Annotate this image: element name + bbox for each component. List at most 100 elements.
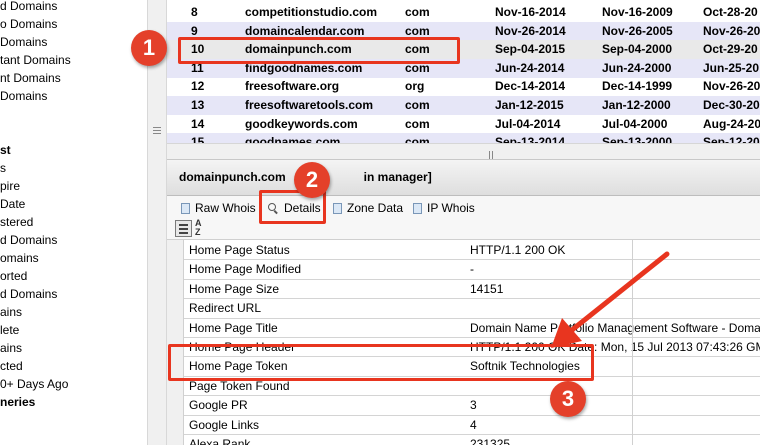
table-cell-name: findgoodnames.com <box>245 60 363 75</box>
scroll-grip-icon[interactable] <box>489 148 497 173</box>
sidebar-item[interactable]: Domains <box>0 33 47 51</box>
sidebar-splitter[interactable] <box>147 0 167 445</box>
property-value: 3 <box>470 398 477 413</box>
property-value: - <box>470 262 474 277</box>
property-row[interactable]: Google PR 3 <box>184 396 760 416</box>
table-row[interactable]: 11 findgoodnames.com com Jun-24-2014 Jun-24-… <box>167 58 760 78</box>
property-name: Google PR <box>189 398 248 413</box>
detail-tabs: Raw Whois Details Zone Data IP Whois <box>167 196 760 218</box>
property-row[interactable]: Home Page Size 14151 <box>184 280 760 300</box>
property-toolbar: A Z <box>167 218 760 240</box>
step-badge-3: 3 <box>550 381 586 417</box>
tab-label: Raw Whois <box>195 201 256 215</box>
sidebar-item[interactable]: ains <box>0 339 22 357</box>
detail-header: domainpunch.com in manager] <box>167 159 760 196</box>
sidebar-item[interactable]: d Domains <box>0 285 57 303</box>
sidebar-item[interactable]: s <box>0 159 6 177</box>
sidebar-item[interactable]: d Domains <box>0 0 57 15</box>
table-cell-name: goodnames.com <box>245 135 341 143</box>
table-cell-tld: com <box>405 60 430 75</box>
property-row[interactable]: Home Page Token Softnik Technologies <box>184 357 760 377</box>
property-row[interactable]: Home Page Header HTTP/1.1 200 OK Date: Mo… <box>184 338 760 358</box>
table-cell-created: Sep-13-2000 <box>602 135 673 143</box>
alphabetical-sort-button[interactable]: A Z <box>195 219 211 238</box>
sidebar-item[interactable]: st <box>0 141 11 159</box>
table-row[interactable]: 15 goodnames.com com Sep-13-2014 Sep-13-2000… <box>167 133 760 143</box>
table-cell-id: 13 <box>191 98 205 112</box>
table-cell-expires: Dec-14-2014 <box>495 79 566 94</box>
table-row[interactable]: 10 domainpunch.com com Sep-04-2015 Sep-04-20… <box>167 40 760 60</box>
table-row[interactable]: 9 domaincalendar.com com Nov-26-2014 Nov-26-… <box>167 21 760 41</box>
tab-raw-whois[interactable]: Raw Whois <box>181 199 256 217</box>
table-cell-updated: Aug-24-20 <box>703 116 760 131</box>
sidebar-item[interactable]: Domains <box>0 87 47 105</box>
tab-label: Zone Data <box>347 201 404 215</box>
property-name: Home Page Header <box>189 340 296 354</box>
property-row[interactable]: Home Page Status HTTP/1.1 200 OK <box>184 241 760 261</box>
sidebar-item[interactable]: d Domains <box>0 231 57 249</box>
table-cell-expires: Jul-04-2014 <box>495 116 561 131</box>
table-cell-expires: Nov-26-2014 <box>495 23 566 38</box>
property-name: Home Page Size <box>189 281 280 296</box>
property-grid-gutter <box>167 240 184 445</box>
table-cell-name: freesoftware.org <box>245 79 340 94</box>
page-icon <box>413 203 422 215</box>
sidebar-item[interactable]: nt Domains <box>0 69 61 87</box>
property-row[interactable]: Home Page Modified - <box>184 260 760 280</box>
table-cell-updated: Nov-26-20 <box>703 23 760 38</box>
sidebar-item[interactable]: cted <box>0 357 23 375</box>
table-cell-updated: Nov-26-20 <box>703 79 760 94</box>
categorized-view-button[interactable] <box>175 220 192 237</box>
sidebar-item[interactable]: pire <box>0 177 20 195</box>
property-value: HTTP/1.1 200 OK Date: Mon, 15 Jul 2013 0… <box>470 340 760 354</box>
table-cell-created: Dec-14-1999 <box>602 79 673 94</box>
table-row[interactable]: 13 freesoftwaretools.com com Jan-12-2015 Jan… <box>167 96 760 115</box>
table-row[interactable]: 8 competitionstudio.com com Nov-16-2014 Nov-… <box>167 3 760 22</box>
sidebar-item[interactable]: 0+ Days Ago <box>0 375 68 393</box>
table-cell-name: domainpunch.com <box>245 42 352 57</box>
property-row[interactable]: Home Page Title Domain Name Portfolio Man… <box>184 319 760 338</box>
page-icon <box>333 203 342 215</box>
property-value: Softnik Technologies <box>470 359 580 374</box>
sidebar-item[interactable]: ains <box>0 303 22 321</box>
property-row[interactable]: Alexa Rank 231325 <box>184 435 760 445</box>
property-value: 14151 <box>470 281 504 296</box>
property-grid-divider[interactable] <box>632 240 633 445</box>
sidebar-item[interactable]: neries <box>0 393 35 411</box>
sidebar-item[interactable]: o Domains <box>0 15 57 33</box>
sidebar-item[interactable]: omains <box>0 249 39 267</box>
table-cell-name: freesoftwaretools.com <box>245 98 374 112</box>
page-icon <box>181 203 190 215</box>
property-row[interactable]: Redirect URL <box>184 299 760 319</box>
tab-label: IP Whois <box>427 201 475 215</box>
table-cell-updated: Dec-30-20 <box>703 98 760 112</box>
sidebar-item[interactable]: Date <box>0 195 25 213</box>
tab-zone-data[interactable]: Zone Data <box>333 199 403 217</box>
table-cell-tld: com <box>405 42 430 57</box>
tab-label: Details <box>284 201 321 215</box>
table-row[interactable]: 12 freesoftware.org org Dec-14-2014 Dec-14-1… <box>167 77 760 96</box>
sidebar-item[interactable]: stered <box>0 213 33 231</box>
sidebar-item[interactable]: tant Domains <box>0 51 71 69</box>
table-cell-tld: com <box>405 5 430 19</box>
tab-details[interactable]: Details <box>268 199 321 217</box>
property-value: HTTP/1.1 200 OK <box>470 243 566 257</box>
table-cell-name: competitionstudio.com <box>245 5 377 19</box>
magnifier-icon <box>268 203 279 214</box>
property-row[interactable]: Google Links 4 <box>184 416 760 435</box>
property-name: Home Page Modified <box>189 262 302 277</box>
property-name: Alexa Rank <box>189 437 251 445</box>
property-row[interactable]: Page Token Found <box>184 377 760 397</box>
property-name: Page Token Found <box>189 378 290 393</box>
table-cell-created: Nov-16-2009 <box>602 5 673 19</box>
table-cell-created: Jun-24-2000 <box>602 60 672 75</box>
sidebar-item[interactable]: orted <box>0 267 27 285</box>
table-row[interactable]: 14 goodkeywords.com com Jul-04-2014 Jul-04-2… <box>167 115 760 134</box>
tab-ip-whois[interactable]: IP Whois <box>413 199 475 217</box>
table-cell-tld: com <box>405 116 430 131</box>
horizontal-scrollbar[interactable] <box>167 143 760 173</box>
splitter-grip-icon[interactable] <box>152 125 162 135</box>
table-cell-expires: Jun-24-2014 <box>495 60 565 75</box>
sidebar-item[interactable]: lete <box>0 321 19 339</box>
table-cell-updated: Sep-12-20 <box>703 135 760 143</box>
